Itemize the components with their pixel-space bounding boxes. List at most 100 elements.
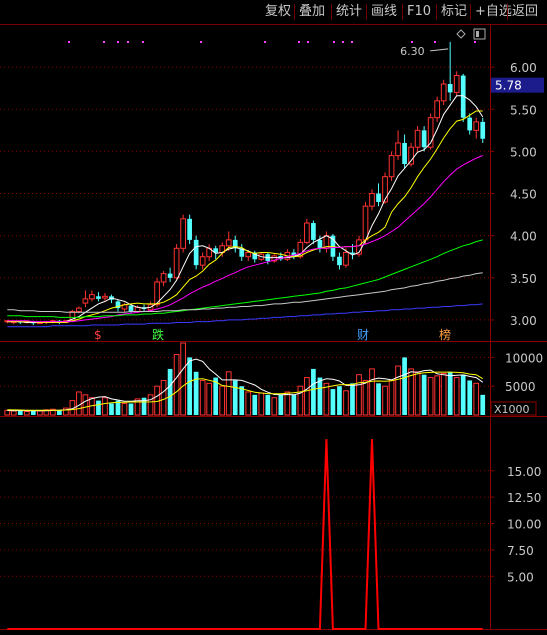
volume-bar bbox=[343, 390, 349, 416]
candle-body bbox=[343, 252, 349, 266]
volume-bar bbox=[82, 394, 89, 416]
event-dot bbox=[342, 41, 344, 43]
volume-tick-label: 5000 bbox=[505, 380, 536, 394]
indicator-tick-label: 12.50 bbox=[507, 491, 541, 505]
candle-body bbox=[311, 223, 316, 240]
candle-body bbox=[304, 222, 310, 243]
toolbar-separator bbox=[331, 4, 332, 20]
toolbar-separator bbox=[507, 4, 508, 20]
volume-bar bbox=[337, 386, 342, 415]
volume-bar bbox=[239, 386, 245, 415]
toolbar-button-5[interactable]: 标记 bbox=[439, 3, 469, 21]
volume-bar bbox=[96, 400, 101, 415]
volume-bar bbox=[291, 394, 297, 415]
price-tick-label: 6.00 bbox=[510, 61, 537, 75]
candle-body bbox=[102, 295, 108, 299]
candle-body bbox=[414, 129, 421, 148]
volume-bar bbox=[173, 354, 180, 416]
candle-body bbox=[388, 155, 395, 178]
volume-bar bbox=[36, 410, 43, 416]
price-tick-label: 4.00 bbox=[510, 230, 537, 244]
max-price-annotation: 6.30 bbox=[400, 45, 425, 58]
volume-bar bbox=[421, 374, 427, 415]
candle-body bbox=[382, 176, 388, 203]
candle-body bbox=[337, 256, 342, 266]
volume-bar bbox=[232, 380, 238, 415]
event-dot bbox=[298, 41, 300, 43]
candle-body bbox=[187, 218, 192, 240]
candle-body bbox=[473, 121, 480, 131]
volume-bar bbox=[206, 382, 213, 416]
volume-bar bbox=[147, 394, 154, 416]
toolbar-separator bbox=[402, 4, 403, 20]
volume-bar bbox=[467, 380, 473, 415]
volume-bar bbox=[369, 368, 375, 416]
toolbar-button-2[interactable]: 统计 bbox=[334, 3, 364, 21]
volume-bar bbox=[102, 397, 108, 416]
volume-bar bbox=[434, 375, 440, 416]
toolbar-separator bbox=[366, 4, 367, 20]
event-dot bbox=[200, 41, 202, 43]
event-dot bbox=[264, 41, 266, 43]
right-axis-line bbox=[490, 25, 491, 630]
volume-bar bbox=[4, 409, 11, 416]
price-tick-label: 5.00 bbox=[510, 145, 537, 159]
candle-body bbox=[160, 273, 167, 283]
volume-bar bbox=[304, 377, 310, 416]
volume-bar bbox=[395, 365, 401, 416]
candle-body bbox=[453, 75, 460, 93]
event-dot bbox=[351, 41, 353, 43]
volume-bar bbox=[440, 373, 447, 416]
volume-bar bbox=[356, 374, 362, 416]
volume-bar bbox=[460, 374, 466, 415]
candle-body bbox=[193, 239, 199, 266]
volume-bar bbox=[167, 368, 173, 415]
toolbar-button-4[interactable]: F10 bbox=[405, 3, 433, 21]
volume-bar bbox=[160, 379, 167, 416]
moving-average-line bbox=[7, 110, 483, 323]
volume-unit-label: X1000 bbox=[494, 403, 530, 416]
candle-body bbox=[317, 239, 323, 249]
candle-body bbox=[447, 83, 453, 93]
candle-body bbox=[480, 121, 486, 139]
volume-bar bbox=[187, 357, 192, 415]
candle-body bbox=[128, 305, 134, 312]
price-tick-label: 3.50 bbox=[510, 272, 537, 286]
chart-marker-label: 榜 bbox=[439, 327, 451, 342]
candle-body bbox=[395, 142, 401, 157]
event-dot bbox=[411, 41, 413, 43]
price-tick-label: 3.00 bbox=[510, 314, 537, 328]
current-price-label: 5.78 bbox=[495, 79, 522, 93]
diamond-icon bbox=[456, 29, 466, 39]
volume-bar bbox=[225, 371, 232, 416]
volume-bar bbox=[376, 383, 381, 415]
volume-bar bbox=[199, 379, 206, 416]
candle-body bbox=[440, 83, 447, 102]
volume-bar bbox=[362, 379, 369, 416]
toolbar-button-3[interactable]: 画线 bbox=[369, 3, 399, 21]
volume-bar bbox=[57, 410, 62, 415]
candle-body bbox=[167, 273, 173, 278]
candle-body bbox=[180, 218, 186, 249]
candle-body bbox=[225, 239, 232, 247]
volume-bar bbox=[121, 402, 128, 416]
candle-body bbox=[173, 247, 180, 279]
toolbar-button-7[interactable]: 返回 bbox=[510, 3, 540, 21]
candle-body bbox=[89, 294, 95, 300]
event-dot bbox=[434, 41, 436, 43]
volume-bar bbox=[284, 391, 291, 416]
toolbar-button-1[interactable]: 叠加 bbox=[297, 3, 327, 21]
candle-body bbox=[421, 130, 427, 148]
volume-bar bbox=[388, 379, 395, 416]
volume-bar bbox=[265, 394, 271, 415]
toolbar-button-0[interactable]: 复权 bbox=[263, 3, 293, 21]
volume-bar bbox=[453, 377, 460, 416]
event-dot bbox=[307, 41, 309, 43]
volume-bar bbox=[350, 383, 355, 415]
max-price-arrow bbox=[430, 48, 449, 52]
volume-bar bbox=[278, 394, 284, 415]
pane-divider bbox=[0, 416, 547, 417]
candle-body bbox=[96, 296, 101, 299]
volume-bar bbox=[480, 394, 486, 415]
volume-bar bbox=[427, 377, 434, 416]
